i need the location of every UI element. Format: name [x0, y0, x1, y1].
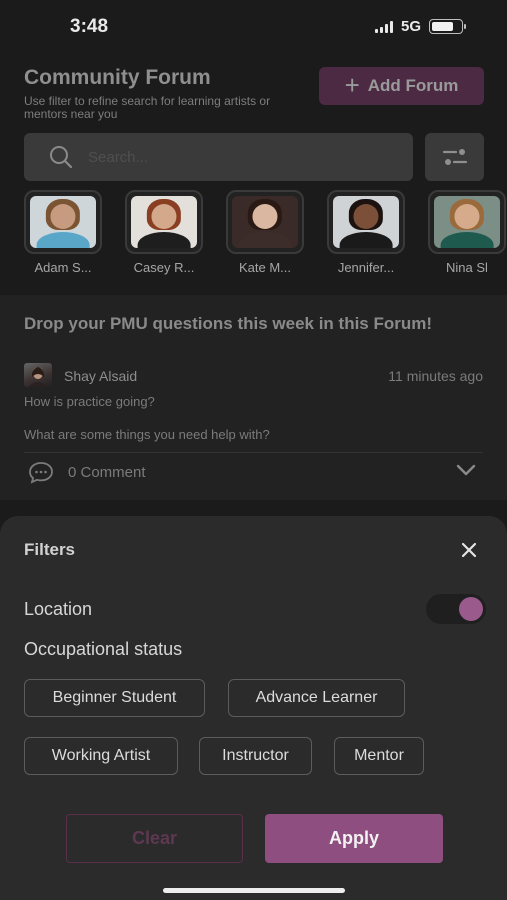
clear-button[interactable]: Clear [66, 814, 243, 863]
chip-advance-learner[interactable]: Advance Learner [228, 679, 405, 717]
chip-beginner-student[interactable]: Beginner Student [24, 679, 205, 717]
mentor-name: Jennifer... [337, 260, 395, 275]
status-indicators: 5G [374, 18, 466, 35]
avatar [24, 190, 102, 254]
avatar-photo [232, 196, 298, 248]
avatar [125, 190, 203, 254]
author-avatar [24, 363, 52, 387]
mentor-avatar-item[interactable]: Jennifer... [323, 190, 409, 275]
search-icon [50, 146, 73, 169]
comment-button[interactable]: 0 Comment [28, 460, 146, 484]
mentor-avatar-item[interactable]: Kate M... [222, 190, 308, 275]
location-label: Location [24, 599, 93, 619]
mentor-name: Nina Sl [446, 260, 488, 275]
add-forum-button[interactable]: + Add Forum [319, 67, 484, 105]
avatar [327, 190, 405, 254]
mentor-avatar-item[interactable]: Nina Sl [424, 190, 507, 275]
avatar-photo [30, 196, 96, 248]
divider [24, 452, 483, 453]
sliders-icon [442, 149, 467, 165]
apply-button[interactable]: Apply [265, 814, 443, 863]
search-input[interactable] [88, 148, 368, 166]
mentor-name: Adam S... [34, 260, 92, 275]
toggle-knob [459, 597, 483, 621]
mentor-carousel: Adam S... Casey R... Kate M... Jennifer... N… [0, 190, 507, 285]
forum-post-card[interactable]: Drop your PMU questions this week in thi… [0, 295, 507, 500]
filters-sheet: Filters Location Occupational status Beg… [0, 516, 507, 900]
page-subtitle: Use filter to refine search for learning… [24, 94, 271, 121]
occupational-status-label: Occupational status [24, 639, 183, 659]
mentor-name: Kate M... [238, 260, 292, 275]
mentor-avatar-item[interactable]: Casey R... [121, 190, 207, 275]
filter-button[interactable] [425, 133, 484, 181]
chevron-down-icon[interactable] [455, 463, 477, 477]
add-forum-label: Add Forum [367, 76, 459, 95]
sheet-title: Filters [24, 540, 76, 559]
mentor-name: Casey R... [133, 260, 195, 275]
plus-icon: + [344, 70, 360, 100]
post-author[interactable]: Shay Alsaid [64, 368, 137, 384]
location-toggle[interactable] [426, 594, 486, 624]
avatar-photo [131, 196, 197, 248]
post-body-line: How is practice going? [24, 394, 155, 409]
avatar-photo [434, 196, 500, 248]
network-label: 5G [400, 18, 421, 35]
chip-instructor[interactable]: Instructor [199, 737, 312, 775]
battery-fill [432, 22, 453, 31]
status-time: 3:48 [70, 16, 109, 37]
avatar [226, 190, 304, 254]
avatar-photo [333, 196, 399, 248]
post-body-line: What are some things you need help with? [24, 427, 270, 442]
search-bar [24, 133, 413, 181]
page-title: Community Forum [24, 66, 211, 89]
chip-mentor[interactable]: Mentor [334, 737, 424, 775]
home-indicator [163, 888, 345, 893]
mentor-avatar-item[interactable]: Adam S... [20, 190, 106, 275]
avatar [428, 190, 506, 254]
battery-icon [429, 19, 466, 34]
forum-screen: 3:48 5G Community Forum Use filter to re… [0, 0, 507, 900]
signal-icon [374, 20, 393, 33]
close-icon[interactable] [459, 540, 479, 560]
comment-icon [29, 462, 53, 484]
post-title: Drop your PMU questions this week in thi… [24, 314, 433, 333]
post-time: 11 minutes ago [388, 368, 483, 384]
chip-working-artist[interactable]: Working Artist [24, 737, 178, 775]
comment-count: 0 Comment [68, 463, 146, 481]
